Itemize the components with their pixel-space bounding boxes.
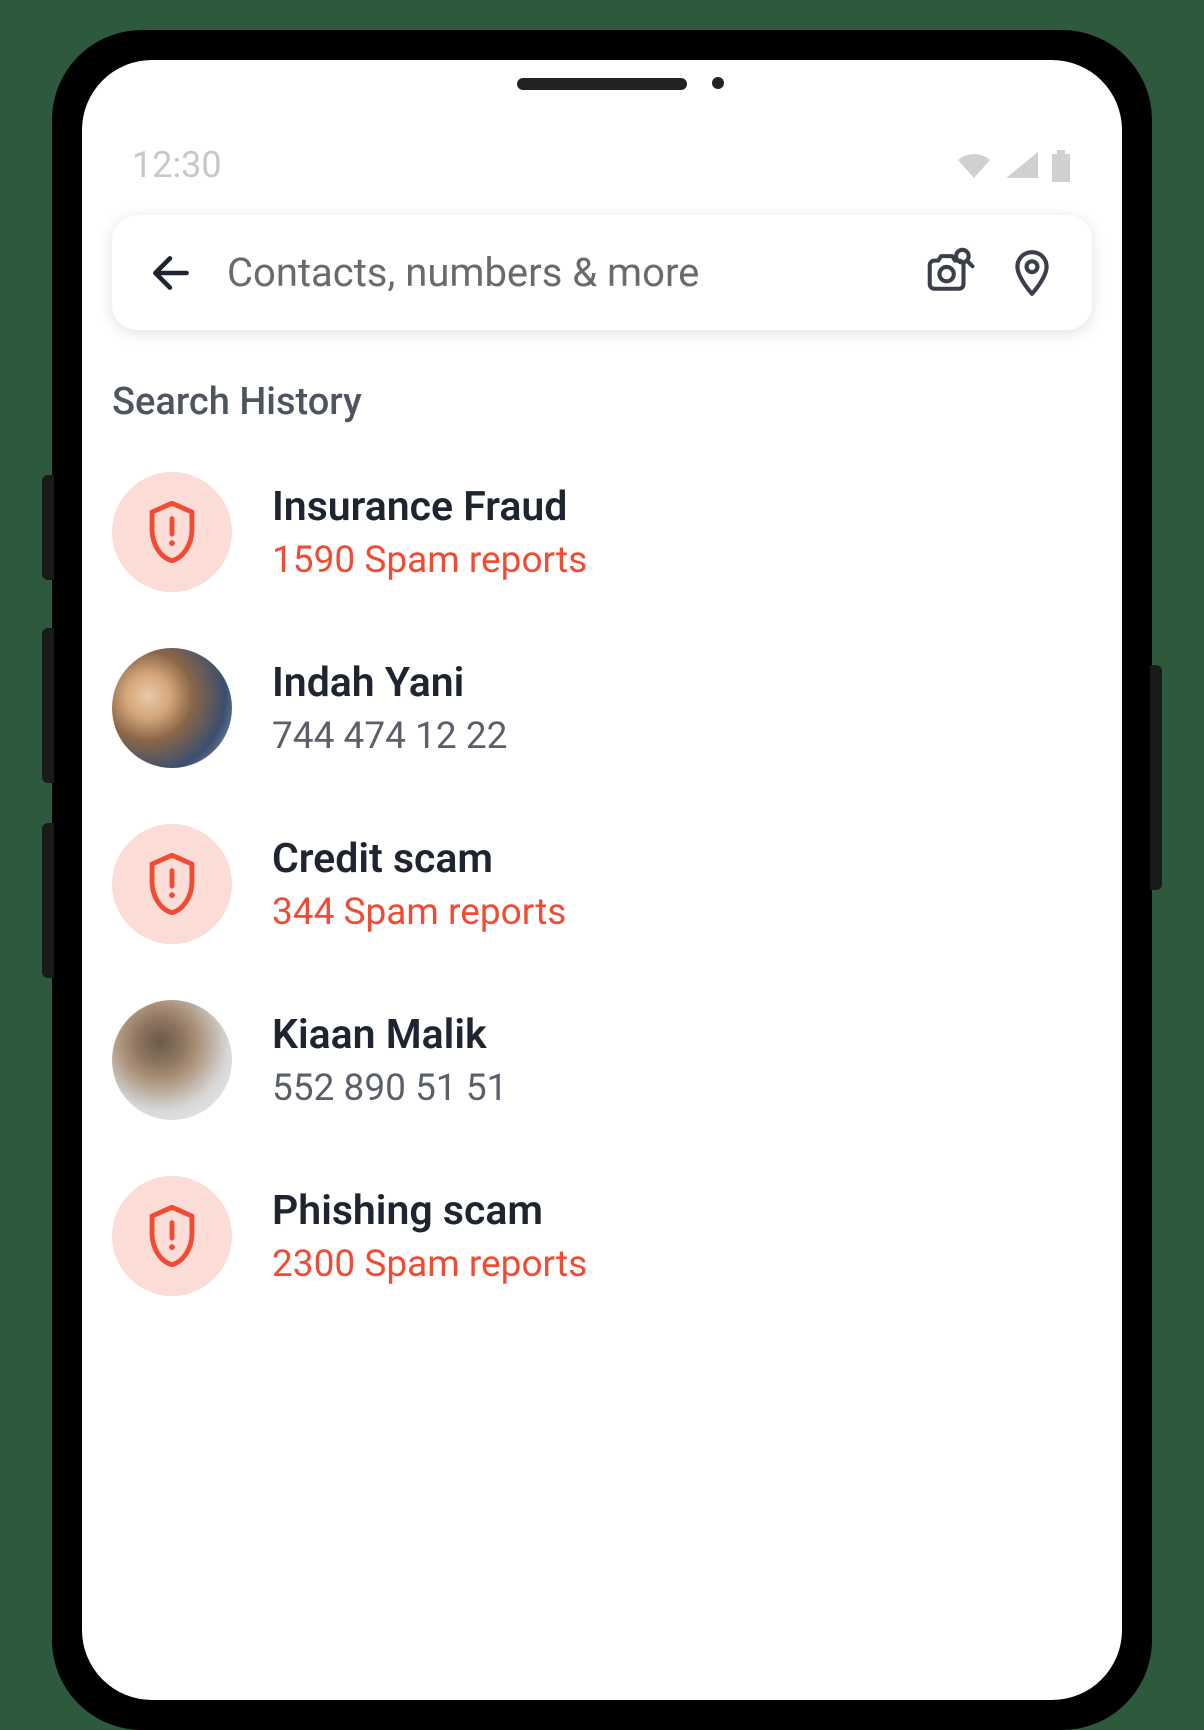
camera-search-icon[interactable] xyxy=(923,246,977,300)
spam-avatar xyxy=(112,472,232,592)
phone-side-button xyxy=(42,628,54,783)
wifi-icon xyxy=(954,150,994,180)
item-text: Insurance Fraud 1590 Spam reports xyxy=(272,483,587,582)
phone-speaker xyxy=(517,78,687,90)
contact-avatar xyxy=(112,1000,232,1120)
phone-side-button xyxy=(1150,665,1162,890)
battery-icon xyxy=(1050,148,1072,182)
item-title: Kiaan Malik xyxy=(272,1011,507,1059)
item-subtitle: 2300 Spam reports xyxy=(272,1243,587,1286)
item-title: Phishing scam xyxy=(272,1187,587,1235)
list-item[interactable]: Insurance Fraud 1590 Spam reports xyxy=(112,444,1092,620)
signal-icon xyxy=(1004,150,1040,180)
item-title: Indah Yani xyxy=(272,659,507,707)
item-text: Credit scam 344 Spam reports xyxy=(272,835,566,934)
search-history-list: Insurance Fraud 1590 Spam reports Indah … xyxy=(82,444,1122,1324)
item-text: Kiaan Malik 552 890 51 51 xyxy=(272,1011,507,1110)
shield-alert-icon xyxy=(145,1205,199,1267)
list-item[interactable]: Indah Yani 744 474 12 22 xyxy=(112,620,1092,796)
section-title: Search History xyxy=(112,380,1092,424)
search-bar[interactable]: Contacts, numbers & more xyxy=(112,215,1092,330)
item-title: Credit scam xyxy=(272,835,566,883)
status-icons xyxy=(954,148,1072,182)
back-arrow-icon[interactable] xyxy=(147,248,197,298)
item-subtitle: 552 890 51 51 xyxy=(272,1067,507,1110)
phone-side-button xyxy=(42,475,54,580)
spam-avatar xyxy=(112,1176,232,1296)
search-input[interactable]: Contacts, numbers & more xyxy=(227,249,893,296)
phone-side-button xyxy=(42,823,54,978)
status-bar: 12:30 xyxy=(82,140,1122,190)
item-subtitle: 1590 Spam reports xyxy=(272,539,587,582)
shield-alert-icon xyxy=(145,501,199,563)
item-title: Insurance Fraud xyxy=(272,483,587,531)
phone-frame: 12:30 Contacts, numbers & more xyxy=(52,30,1152,1730)
location-pin-icon[interactable] xyxy=(1007,246,1057,300)
item-subtitle: 744 474 12 22 xyxy=(272,715,507,758)
contact-avatar xyxy=(112,648,232,768)
item-text: Phishing scam 2300 Spam reports xyxy=(272,1187,587,1286)
list-item[interactable]: Phishing scam 2300 Spam reports xyxy=(112,1148,1092,1324)
phone-screen: 12:30 Contacts, numbers & more xyxy=(82,60,1122,1700)
item-subtitle: 344 Spam reports xyxy=(272,891,566,934)
item-text: Indah Yani 744 474 12 22 xyxy=(272,659,507,758)
shield-alert-icon xyxy=(145,853,199,915)
status-time: 12:30 xyxy=(132,144,222,186)
list-item[interactable]: Credit scam 344 Spam reports xyxy=(112,796,1092,972)
list-item[interactable]: Kiaan Malik 552 890 51 51 xyxy=(112,972,1092,1148)
spam-avatar xyxy=(112,824,232,944)
phone-camera-dot xyxy=(712,77,724,89)
